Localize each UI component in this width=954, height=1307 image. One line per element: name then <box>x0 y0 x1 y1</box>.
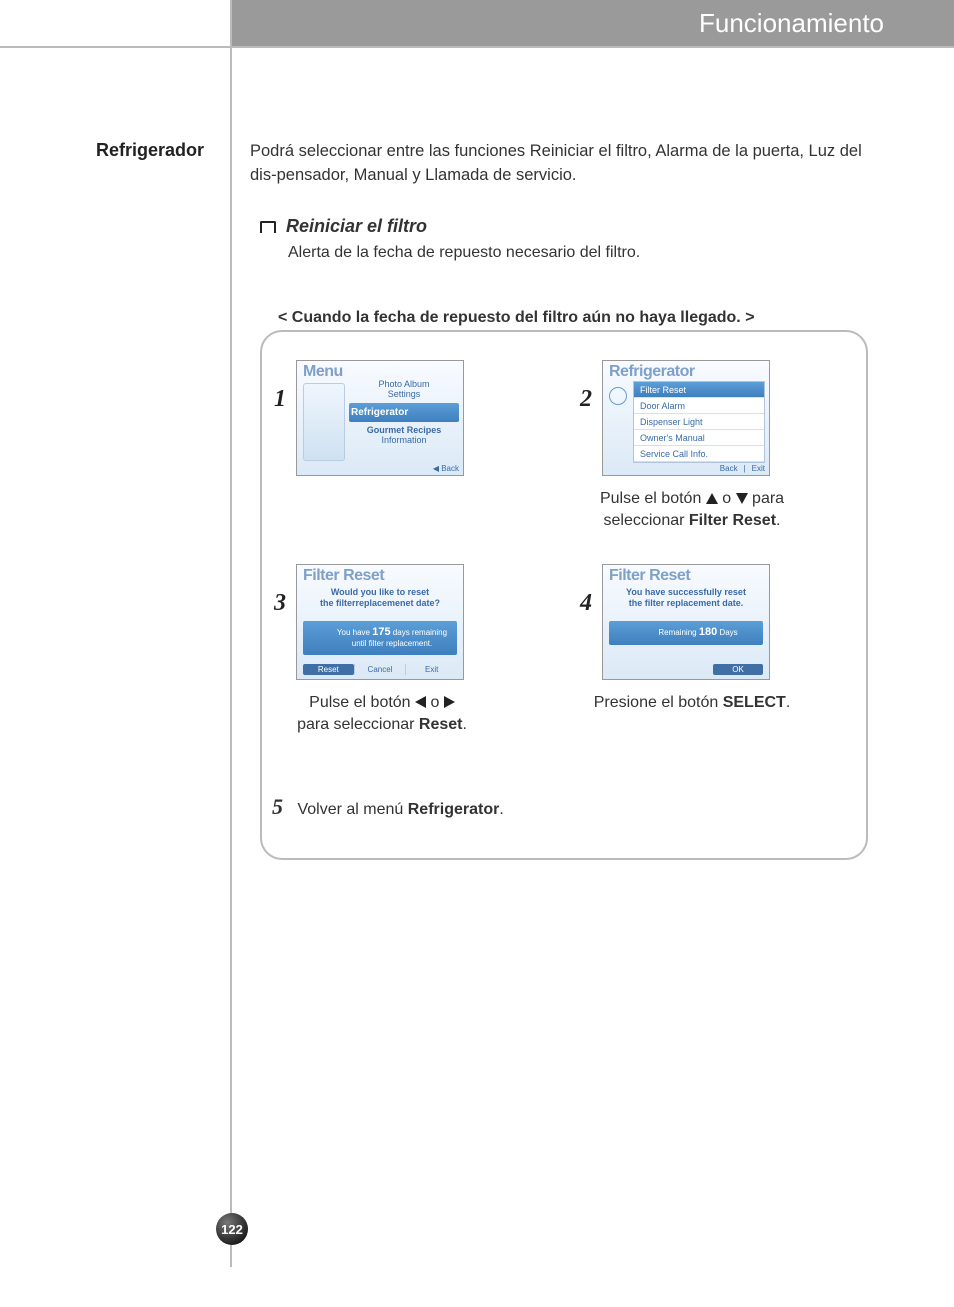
list-row-selected: Filter Reset <box>634 382 764 398</box>
settings-circle-icon <box>609 387 627 405</box>
vertical-divider <box>230 0 232 1267</box>
screen2-bottom-nav: Back | Exit <box>633 464 765 473</box>
screen2-title: Refrigerator <box>603 361 769 381</box>
screen3-buttons: Reset Cancel Exit <box>303 664 457 675</box>
header-tab-blank <box>0 0 230 46</box>
caption-step-3: Pulse el botón o para seleccionar Reset. <box>252 692 512 735</box>
step-number-4: 4 <box>580 590 592 617</box>
menu-item: Gourmet Recipes <box>349 425 459 435</box>
screen4-title: Filter Reset <box>603 565 769 585</box>
screen1-menu-list: Photo Album Settings Refrigerator Gourme… <box>349 379 459 445</box>
list-row: Dispenser Light <box>634 414 764 430</box>
nav-exit: Exit <box>752 464 765 473</box>
subsection-heading-row: Reiniciar el filtro <box>260 216 427 237</box>
screen3-title: Filter Reset <box>297 565 463 585</box>
triangle-right-icon <box>444 696 455 708</box>
page-header-title: Funcionamiento <box>232 0 954 46</box>
caption-step-2: Pulse el botón o para seleccionar Filter… <box>562 488 822 531</box>
btn-cancel: Cancel <box>354 664 406 675</box>
list-row: Owner's Manual <box>634 430 764 446</box>
menu-item: Photo Album <box>349 379 459 389</box>
screen-step-1: Menu Photo Album Settings Refrigerator G… <box>296 360 464 476</box>
screen1-title: Menu <box>297 361 463 381</box>
subsection-title: Reiniciar el filtro <box>286 216 427 237</box>
screen-step-3: Filter Reset Would you like to resetthe … <box>296 564 464 680</box>
btn-exit: Exit <box>405 664 457 675</box>
step-number-5: 5 <box>272 794 283 819</box>
menu-item-selected: Refrigerator <box>349 403 459 422</box>
screen2-list: Filter Reset Door Alarm Dispenser Light … <box>633 381 765 463</box>
sidebar-heading: Refrigerador <box>96 140 204 161</box>
fridge-graphic <box>303 383 345 461</box>
intro-paragraph: Podrá seleccionar entre las funciones Re… <box>250 140 870 188</box>
screen-step-2: Refrigerator Filter Reset Door Alarm Dis… <box>602 360 770 476</box>
screen3-banner: You have 175 days remaininguntil filter … <box>303 621 457 655</box>
step-number-2: 2 <box>580 386 592 413</box>
list-row: Service Call Info. <box>634 446 764 462</box>
screen-step-4: Filter Reset You have successfully reset… <box>602 564 770 680</box>
caption-step-4: Presione el botón SELECT. <box>562 692 822 714</box>
screen4-message: You have successfully resetthe filter re… <box>609 587 763 609</box>
btn-ok: OK <box>713 664 763 675</box>
header-bar: Funcionamiento <box>0 0 954 48</box>
menu-item: Information <box>349 435 459 445</box>
screen1-back-label: ◀ Back <box>433 464 459 473</box>
list-row: Door Alarm <box>634 398 764 414</box>
scenario-heading: < Cuando la fecha de repuesto del filtro… <box>278 309 755 327</box>
step-number-3: 3 <box>274 590 286 617</box>
btn-reset: Reset <box>303 664 354 675</box>
screen3-message: Would you like to resetthe filterreplace… <box>303 587 457 609</box>
triangle-left-icon <box>415 696 426 708</box>
screen4-banner: Remaining 180 Days <box>609 621 763 645</box>
subsection-description: Alerta de la fecha de repuesto necesario… <box>288 244 640 262</box>
step-number-1: 1 <box>274 386 286 413</box>
triangle-up-icon <box>706 493 718 504</box>
book-icon <box>260 221 276 233</box>
screen4-buttons: OK <box>609 664 763 675</box>
triangle-down-icon <box>736 493 748 504</box>
nav-back: Back <box>720 464 738 473</box>
page-number-badge: 122 <box>216 1213 248 1245</box>
steps-container: 1 Menu Photo Album Settings Refrigerator… <box>260 330 868 860</box>
step-5-row: 5 Volver al menú Refrigerator. <box>272 794 504 820</box>
menu-item: Settings <box>349 389 459 399</box>
